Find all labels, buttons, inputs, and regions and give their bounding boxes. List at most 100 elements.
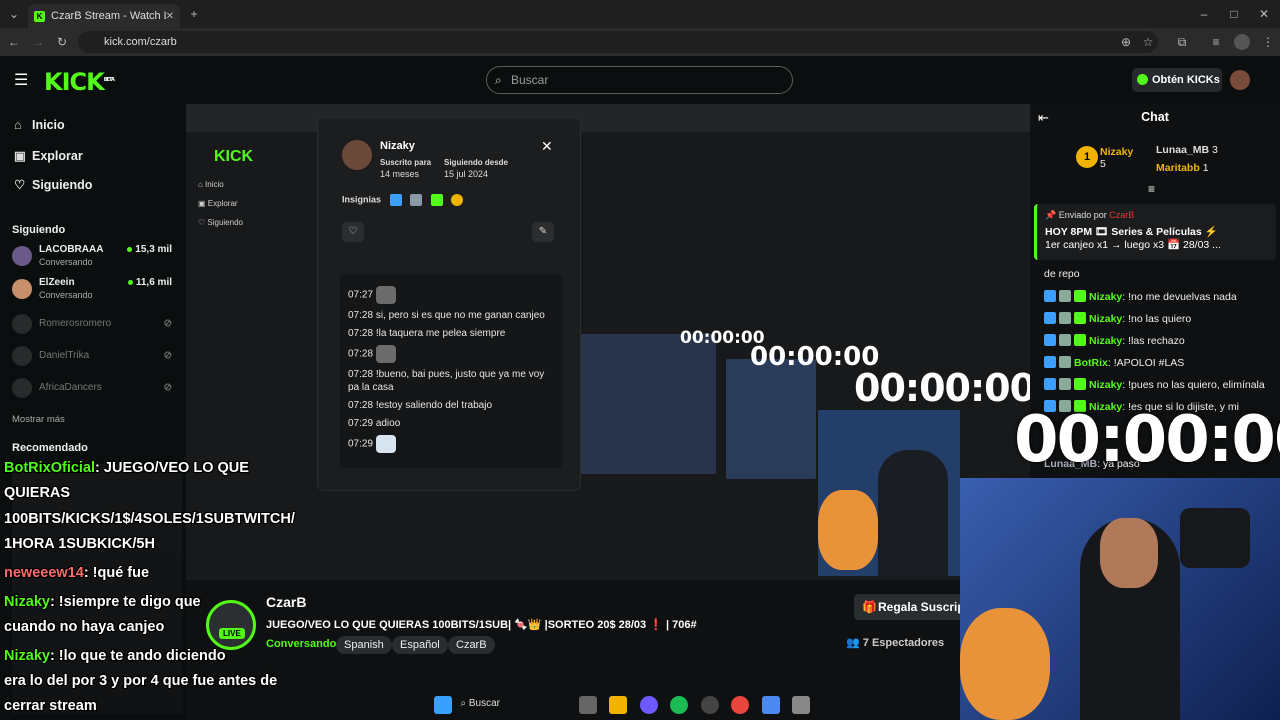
kick-header: ☰ KICKBETA ⌕ Buscar Obtén KICKs [0, 56, 1280, 104]
windows-start-icon [434, 696, 452, 714]
list-item: 07:28 [348, 345, 554, 363]
live-badge: LIVE [219, 628, 245, 639]
show-more-link[interactable]: Mostrar más [12, 414, 65, 425]
list-item: 07:28 si, pero si es que no me ganan can… [348, 310, 545, 321]
list-item: 07:28 !estoy saliendo del trabajo [348, 400, 492, 411]
top-gifter-badge-icon: 1 [1076, 146, 1098, 168]
user-avatar[interactable] [1230, 70, 1250, 90]
sidebar-item-inicio[interactable]: ⌂ Inicio [14, 118, 65, 132]
media-icon[interactable]: ≡ [1206, 28, 1226, 56]
emote-icon [376, 435, 397, 453]
list-item: 07:28 !la taquera me pelea siempre [348, 328, 506, 339]
user-info-popup: Nizaky Suscrito para 14 meses Siguiendo … [318, 118, 580, 490]
get-kicks-button[interactable]: Obtén KICKs [1132, 68, 1222, 92]
following-channel[interactable]: LACOBRAAA Conversando 15,3 mil [12, 242, 182, 270]
moderator-badge-icon [389, 194, 402, 206]
home-icon: ⌂ [14, 118, 22, 132]
pinned-message: 📌 Enviado por CzarB HOY 8PM 🎞 Series & P… [1034, 204, 1276, 260]
offline-icon: ⊘ [163, 382, 172, 393]
follow-heart-button[interactable]: ♡ [342, 222, 364, 242]
category-link[interactable]: Conversando [266, 638, 336, 650]
kick-logo[interactable]: KICKBETA [44, 68, 115, 96]
chat-message: Nizaky: !no me devuelvas nada [1044, 290, 1237, 303]
live-dot-icon [127, 279, 133, 285]
list-item: 07:27 [348, 286, 554, 304]
minimize-button[interactable]: – [1194, 0, 1214, 28]
following-channel[interactable]: AfricaDancers ⊘ [12, 374, 182, 402]
mention-button[interactable]: ✎ [532, 222, 554, 242]
close-window-button[interactable]: ✕ [1254, 0, 1274, 28]
search-input[interactable]: ⌕ Buscar [486, 66, 793, 94]
forward-icon[interactable]: → [28, 28, 48, 56]
expand-leaderboard-icon[interactable]: ≡ [1148, 182, 1155, 196]
recommended-title: Recomendado [12, 442, 88, 454]
top-badge-icon [451, 194, 464, 206]
gift-subs-button[interactable]: 🎁 Regala Suscrip [854, 594, 962, 620]
nested-browser-bar [186, 104, 1030, 132]
stream-title: JUEGO/VEO LO QUE QUIERAS 100BITS/1SUB| 🍬… [266, 619, 697, 631]
sidebar-item-siguiendo[interactable]: ♡ Siguiendo [14, 177, 92, 192]
tag-czarb[interactable]: CzarB [448, 636, 495, 654]
avatar [12, 246, 32, 266]
tag-spanish[interactable]: Spanish [336, 636, 392, 654]
stream-timer: 00:00:00 [1014, 403, 1280, 477]
url-field[interactable]: kick.com/czarb [78, 31, 1158, 53]
bookmark-star-icon[interactable]: ☆ [1138, 28, 1158, 56]
list-item: 07:29 [348, 435, 554, 453]
close-icon[interactable]: ✕ [541, 138, 553, 155]
back-icon[interactable]: ← [4, 28, 24, 56]
heart-icon: ♡ [14, 178, 26, 192]
nested-kick-logo: KICK [214, 148, 254, 165]
live-dot-icon [127, 246, 133, 252]
chat-title: Chat [1141, 110, 1169, 124]
task-view-icon [578, 696, 597, 714]
reload-icon[interactable]: ↻ [52, 28, 72, 56]
maximize-button[interactable]: □ [1224, 0, 1244, 28]
compass-icon: ▣ [14, 149, 26, 163]
chrome-icon [731, 696, 750, 714]
following-channel[interactable]: DanielTrika ⊘ [12, 342, 182, 370]
chat-message: Nizaky: !pues no las quiero, elimínala [1044, 378, 1265, 391]
tag-espanol[interactable]: Español [392, 636, 448, 654]
subscriber-badge-icon [410, 194, 423, 206]
zoom-icon[interactable]: ⊕ [1116, 28, 1136, 56]
new-tab-button[interactable]: + [184, 0, 204, 28]
following-title: Siguiendo [12, 224, 66, 236]
chat-message: Nizaky: !no las quiero [1044, 312, 1191, 325]
viewer-count: 👥 7 Espectadores [846, 637, 945, 649]
list-item: 07:28 !bueno, bai pues, justo que ya me … [348, 369, 545, 393]
avatar [12, 314, 32, 334]
channel-name[interactable]: CzarB [266, 594, 306, 610]
chat-message: Nizaky: !las rechazo [1044, 334, 1185, 347]
search-icon: ⌕ [495, 73, 502, 87]
profile-avatar[interactable] [1234, 34, 1250, 50]
notes-icon [761, 696, 780, 714]
kick-favicon-icon: K [34, 10, 45, 22]
following-channel[interactable]: Romerosromero ⊘ [12, 310, 182, 338]
taskbar-search: ⌕ Buscar [460, 698, 500, 709]
gift-icon: 🎁 [862, 600, 877, 614]
spotify-icon [670, 696, 689, 714]
hamburger-icon[interactable]: ☰ [14, 70, 28, 90]
channel-avatar[interactable] [206, 600, 256, 650]
gift-badge-icon [430, 194, 443, 206]
address-bar-row: ← → ↻ kick.com/czarb ⊕ ☆ ⧉ ≡ ⋮ [0, 28, 1280, 56]
badges-row: Insignias [342, 194, 464, 206]
tab-close-icon[interactable]: ✕ [166, 11, 174, 22]
browser-tab-bar: ⌄ K CzarB Stream - Watch Live on K ✕ + –… [0, 0, 1280, 28]
webcam-preview-small [818, 410, 960, 576]
emote-icon [376, 345, 397, 363]
tab-list-icon[interactable]: ⌄ [4, 0, 24, 28]
extensions-icon[interactable]: ⧉ [1172, 28, 1192, 56]
menu-icon[interactable]: ⋮ [1258, 28, 1278, 56]
sidebar-item-explorar[interactable]: ▣ Explorar [14, 148, 83, 163]
webcam-feed [960, 478, 1280, 720]
avatar [342, 140, 372, 170]
following-channel[interactable]: ElZeein Conversando 11,6 mil [12, 275, 182, 303]
offline-icon: ⊘ [163, 350, 172, 361]
chat-message: BotRix: !APOLOI #LAS [1044, 356, 1184, 369]
offline-icon: ⊘ [163, 318, 172, 329]
browser-tab[interactable]: K CzarB Stream - Watch Live on K ✕ [28, 4, 180, 28]
viewers-icon: 👥 [846, 637, 860, 649]
avatar [12, 378, 32, 398]
